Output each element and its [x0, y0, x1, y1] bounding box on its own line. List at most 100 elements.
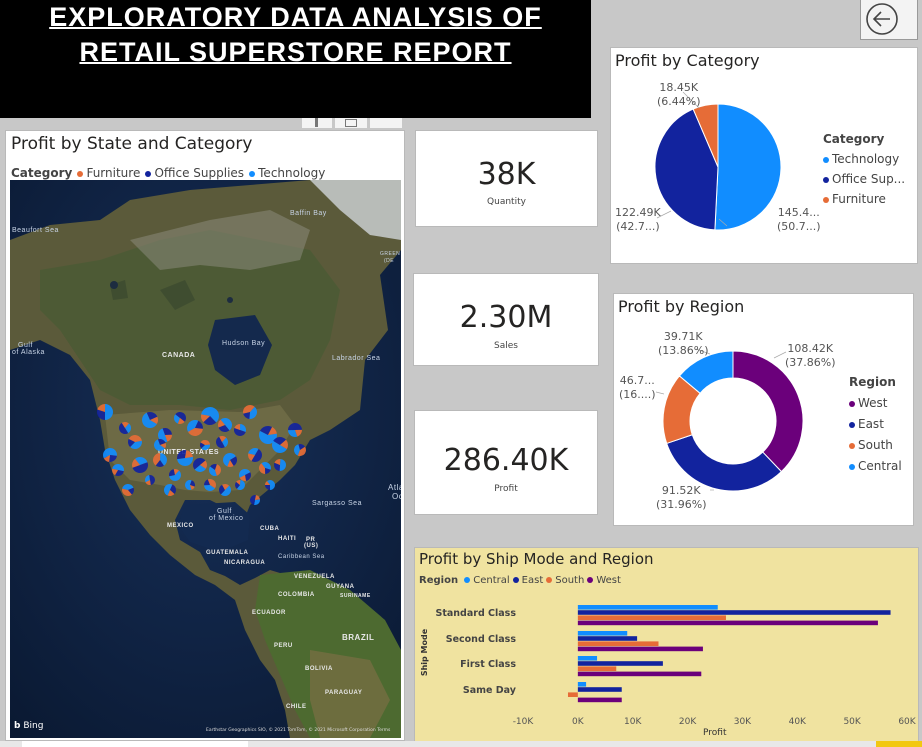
- state-pie-marker[interactable]: [122, 484, 134, 496]
- state-pie-marker[interactable]: [239, 469, 252, 482]
- state-pie-marker[interactable]: [142, 412, 159, 428]
- x-tick-label: 10K: [624, 717, 642, 727]
- region-legend-item[interactable]: East: [849, 414, 902, 435]
- state-pie-markers[interactable]: [10, 180, 401, 738]
- copy-icon[interactable]: [335, 118, 367, 128]
- report-title-line2: RETAIL SUPERSTORE REPORT: [79, 37, 512, 67]
- donut-slice-east[interactable]: [666, 434, 783, 492]
- state-pie-marker[interactable]: [132, 457, 148, 473]
- page-tab-indicator[interactable]: [22, 741, 248, 747]
- state-pie-marker[interactable]: [234, 424, 246, 436]
- kpi-label: Sales: [494, 341, 518, 351]
- kpi-label: Profit: [494, 484, 518, 494]
- page-tab-indicator-accent[interactable]: [876, 741, 922, 747]
- state-pie-marker[interactable]: [235, 480, 245, 490]
- state-pie-marker[interactable]: [127, 435, 142, 450]
- map-legend-item[interactable]: Office Supplies: [145, 166, 244, 180]
- category-legend: Category Technology Office Sup... Furnit…: [823, 129, 905, 209]
- map-legend-item[interactable]: Technology: [249, 166, 325, 180]
- x-tick-label: 0K: [572, 717, 585, 727]
- region-legend-item[interactable]: Central: [849, 456, 902, 477]
- bar-west[interactable]: [577, 646, 703, 652]
- visual-header-icons: [302, 118, 402, 128]
- bar-east[interactable]: [577, 636, 638, 641]
- state-pie-marker[interactable]: [119, 422, 131, 435]
- state-pie-marker[interactable]: [223, 453, 238, 467]
- state-pie-marker[interactable]: [259, 462, 271, 474]
- bar-south[interactable]: [567, 692, 578, 697]
- state-pie-marker[interactable]: [204, 479, 216, 492]
- more-options-icon[interactable]: [370, 118, 402, 128]
- state-pie-marker[interactable]: [96, 404, 113, 420]
- category-legend-item[interactable]: Technology: [823, 149, 905, 169]
- category-legend-item[interactable]: Furniture: [823, 189, 905, 209]
- region-data-label: 46.7... (16....): [619, 374, 656, 401]
- satellite-map[interactable]: Beaufort Sea Baffin Bay GREEN (DE Gulf o…: [10, 180, 401, 738]
- bar-central[interactable]: [577, 631, 628, 636]
- category-data-label: 122.49K (42.7...): [615, 206, 661, 233]
- state-pie-marker[interactable]: [168, 469, 181, 481]
- bar-central[interactable]: [577, 656, 598, 661]
- bar-south[interactable]: [577, 641, 659, 646]
- bar-west[interactable]: [577, 671, 702, 677]
- furniture-dot-icon: [823, 196, 829, 203]
- category-legend-title: Category: [823, 132, 885, 146]
- bar-south[interactable]: [577, 666, 617, 671]
- state-pie-marker[interactable]: [274, 459, 286, 471]
- region-legend-item[interactable]: South: [849, 435, 902, 456]
- state-pie-marker[interactable]: [288, 423, 302, 438]
- bar-central[interactable]: [577, 682, 587, 687]
- x-tick-label: 50K: [843, 717, 861, 727]
- bar-east[interactable]: [577, 610, 891, 615]
- state-pie-marker[interactable]: [294, 444, 306, 456]
- state-pie-marker[interactable]: [209, 464, 221, 476]
- state-pie-marker[interactable]: [218, 418, 232, 432]
- central-dot-icon: [849, 463, 855, 470]
- state-pie-marker[interactable]: [164, 484, 176, 496]
- state-pie-marker[interactable]: [248, 448, 262, 462]
- bar-east[interactable]: [577, 687, 622, 692]
- bar-west[interactable]: [577, 697, 622, 703]
- state-pie-marker[interactable]: [187, 420, 203, 437]
- state-pie-marker[interactable]: [154, 439, 166, 451]
- pie-slice-technology[interactable]: [714, 103, 782, 231]
- category-legend-item[interactable]: Office Sup...: [823, 169, 905, 189]
- map-legend-item[interactable]: Furniture: [77, 166, 140, 180]
- state-pie-marker[interactable]: [243, 405, 258, 419]
- state-pie-marker[interactable]: [216, 436, 229, 448]
- x-tick-label: -10K: [513, 717, 535, 727]
- kpi-value: 38K: [477, 157, 536, 192]
- pin-icon[interactable]: [302, 118, 332, 128]
- y-category-label: Same Day: [463, 685, 517, 696]
- state-pie-marker[interactable]: [153, 453, 167, 467]
- state-pie-marker[interactable]: [176, 450, 193, 466]
- profit-by-region-card: Profit by Region 39.71K (13.86%) 108.42K…: [614, 294, 913, 525]
- back-button[interactable]: [861, 0, 917, 39]
- kpi-label: Quantity: [487, 197, 526, 207]
- region-legend-title: Region: [849, 375, 896, 389]
- profit-by-state-map-card: Profit by State and Category Category Fu…: [6, 131, 404, 740]
- state-pie-marker[interactable]: [193, 458, 207, 472]
- state-pie-marker[interactable]: [265, 480, 276, 490]
- state-pie-marker[interactable]: [201, 407, 220, 425]
- state-pie-marker[interactable]: [112, 464, 125, 476]
- state-pie-marker[interactable]: [174, 412, 187, 425]
- state-pie-marker[interactable]: [103, 448, 118, 462]
- state-pie-marker[interactable]: [145, 475, 155, 485]
- y-category-label: Second Class: [446, 634, 517, 645]
- bar-south[interactable]: [577, 615, 726, 620]
- state-pie-marker[interactable]: [185, 480, 195, 490]
- ship-mode-bar-chart[interactable]: -10K 0K 10K 20K 30K 40K 50K 60K Standard Class Se…: [415, 548, 918, 743]
- profit-by-category-card: Profit by Category 18.45K (6.44%) 122.49…: [611, 48, 917, 263]
- state-pie-marker[interactable]: [272, 437, 288, 453]
- state-pie-marker[interactable]: [219, 484, 231, 496]
- bar-central[interactable]: [577, 605, 718, 610]
- bar-east[interactable]: [577, 661, 663, 666]
- bar-west[interactable]: [577, 620, 878, 626]
- technology-dot-icon: [823, 156, 829, 163]
- state-pie-marker[interactable]: [200, 440, 210, 450]
- state-pie-marker[interactable]: [250, 495, 260, 505]
- map-attribution[interactable]: Earthstar Geographics SIO, © 2021 TomTom…: [206, 728, 390, 733]
- region-legend-item[interactable]: West: [849, 393, 902, 414]
- east-dot-icon: [849, 421, 855, 428]
